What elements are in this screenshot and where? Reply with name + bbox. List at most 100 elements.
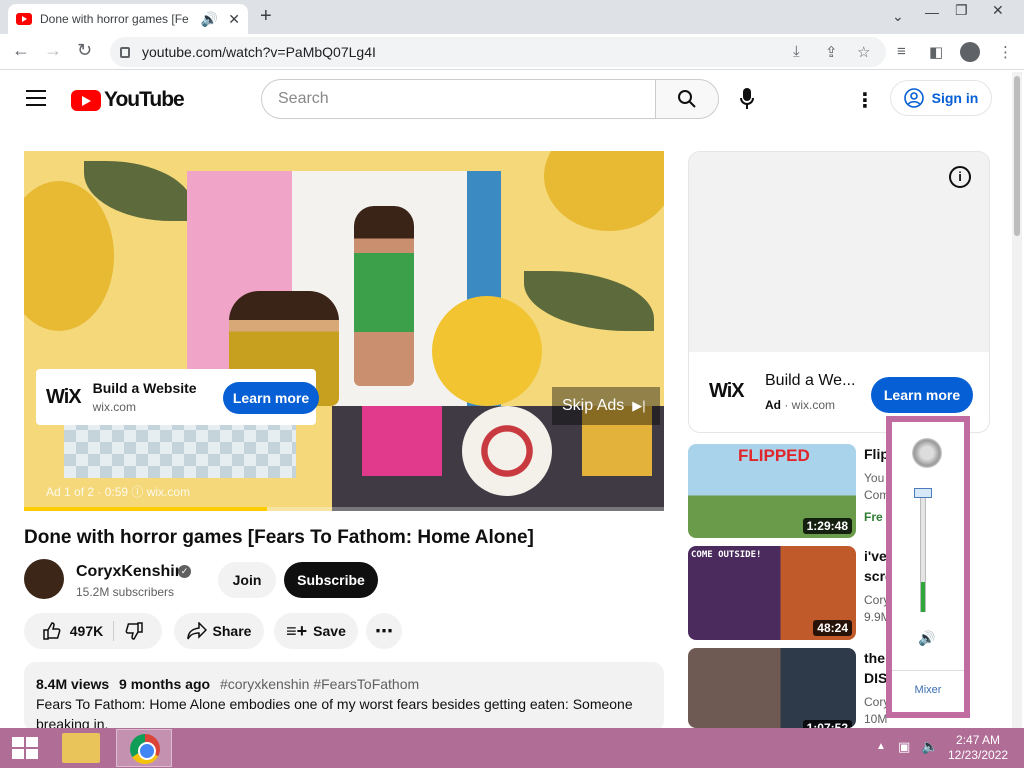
youtube-play-icon [71, 89, 101, 111]
more-actions-button[interactable]: ⋯ [366, 613, 402, 649]
close-window-button[interactable]: ✕ [992, 2, 1004, 19]
install-icon[interactable]: ⤓ [793, 43, 800, 60]
bookmark-star-icon[interactable]: ☆ [857, 43, 870, 61]
restore-button[interactable]: ❐ [955, 2, 968, 19]
address-bar[interactable]: youtube.com/watch?v=PaMbQ07Lg4I [110, 37, 886, 67]
search-button[interactable] [655, 79, 719, 119]
recommendation-title[interactable]: Flip [864, 446, 888, 462]
lemon-decoration [544, 151, 664, 231]
thumbnail-text: COME OUTSIDE! [691, 550, 762, 560]
video-player[interactable]: WiX Build a Website wix.com Learn more S… [24, 151, 664, 511]
reload-icon[interactable]: ↻ [77, 40, 92, 61]
video-title: Done with horror games [Fears To Fathom:… [24, 527, 534, 548]
network-icon[interactable]: ▣ [898, 739, 910, 755]
close-tab-icon[interactable]: ✕ [228, 11, 240, 28]
recommendation-thumbnail[interactable]: FLIPPED 1:29:48 [688, 444, 856, 538]
new-tab-button[interactable]: + [260, 5, 272, 28]
verified-icon: ✓ [178, 565, 191, 578]
subscriber-count: 15.2M subscribers [76, 585, 175, 599]
ad-title: Build a Website [92, 380, 197, 396]
browser-tab[interactable]: Done with horror games [Fe 🔊 ✕ [8, 4, 248, 34]
join-button[interactable]: Join [218, 562, 276, 598]
tab-strip: Done with horror games [Fe 🔊 ✕ + ⌄ — ❐ ✕ [0, 0, 1024, 34]
ad-info-text: Ad 1 of 2 · 0:59 ⓘ wix.com [46, 485, 191, 499]
recommendation-title[interactable]: i've [864, 548, 888, 564]
ad-progress-fill [24, 507, 268, 511]
youtube-logo[interactable]: YouTube [71, 88, 185, 112]
channel-avatar[interactable] [24, 559, 64, 599]
show-hidden-icons[interactable]: ▲ [876, 741, 886, 752]
volume-tray-icon[interactable]: 🔈 [921, 738, 938, 755]
recommendation-thumbnail[interactable]: COME OUTSIDE! 48:24 [688, 546, 856, 640]
wheel-decoration [462, 406, 552, 496]
file-explorer-icon[interactable] [62, 733, 100, 763]
chrome-icon [130, 734, 160, 764]
recommendation-thumbnail[interactable]: 1:07:52 [688, 648, 856, 728]
dislike-button[interactable] [114, 621, 144, 641]
mixer-link[interactable]: Mixer [892, 684, 964, 696]
tab-title: Done with horror games [Fe [40, 12, 189, 26]
taskbar-clock[interactable]: 2:47 AM 12/23/2022 [948, 733, 1008, 763]
recommendation-title-line2[interactable]: DIS [864, 670, 888, 686]
volume-level-meter [921, 582, 925, 612]
share-button[interactable]: Share [174, 613, 264, 649]
save-button[interactable]: ≡+ Save [274, 613, 358, 649]
sign-in-label: Sign in [931, 90, 979, 106]
media-control-icon[interactable]: ≡ [897, 43, 906, 60]
profile-icon[interactable] [960, 42, 980, 62]
hashtags[interactable]: #coryxkenshin #FearsToFathom [220, 676, 419, 692]
minimize-button[interactable]: — [925, 4, 939, 20]
recommendation-channel: Cory [864, 593, 888, 607]
audio-playing-icon[interactable]: 🔊 [201, 11, 218, 28]
logo-text: YouTube [104, 88, 185, 111]
leaf-decoration [524, 271, 654, 331]
learn-more-button[interactable]: Learn more [871, 377, 973, 413]
share-icon[interactable]: ⇪ [825, 43, 838, 61]
save-label: Save [313, 623, 346, 639]
companion-ad[interactable]: i WiX Build a We... Ad · wix.com Learn m… [688, 151, 990, 433]
ad-progress-bar[interactable] [24, 507, 664, 511]
forward-icon[interactable]: → [44, 40, 62, 61]
hamburger-menu-icon[interactable] [26, 90, 46, 111]
volume-slider-thumb[interactable] [914, 488, 932, 498]
recommendation-title[interactable]: the [864, 650, 888, 666]
recommendation-title-line2[interactable]: scre [864, 568, 888, 584]
sign-in-button[interactable]: Sign in [890, 80, 992, 116]
mute-toggle-icon[interactable]: 🔊 [918, 630, 935, 647]
settings-menu-icon[interactable]: ⋮ [855, 88, 875, 113]
youtube-favicon-icon [16, 13, 32, 25]
lemon-decoration [24, 181, 114, 331]
skip-ads-button[interactable]: Skip Ads ▶| [552, 387, 660, 425]
yellow-circle-decoration [432, 296, 542, 406]
side-ad-meta: Ad · wix.com [765, 398, 836, 412]
lock-icon [120, 46, 130, 58]
tab-search-icon[interactable]: ⌄ [892, 8, 904, 25]
video-duration: 1:07:52 [802, 720, 852, 728]
url-text: youtube.com/watch?v=PaMbQ07Lg4I [142, 44, 376, 60]
page-scrollbar[interactable] [1012, 72, 1022, 728]
windows-start-icon[interactable] [12, 737, 38, 759]
recommendation-meta: 9.9M [864, 610, 888, 624]
channel-name[interactable]: CoryxKenshin [76, 563, 184, 581]
skip-next-icon: ▶| [632, 398, 646, 413]
search-input[interactable]: Search [261, 79, 656, 119]
ad-overlay-card[interactable]: WiX Build a Website wix.com Learn more [36, 369, 319, 425]
subscribe-button[interactable]: Subscribe [284, 562, 378, 598]
voice-search-button[interactable] [730, 82, 764, 116]
share-label: Share [212, 623, 252, 639]
view-count: 8.4M views [36, 676, 110, 692]
back-icon[interactable]: ← [12, 40, 30, 61]
info-icon[interactable]: i [949, 166, 971, 188]
description-box[interactable]: 8.4M views 9 months ago #coryxkenshin #F… [24, 662, 664, 732]
microphone-icon [740, 88, 754, 109]
like-dislike-group: 497K [24, 613, 162, 649]
scrollbar-thumb[interactable] [1014, 76, 1020, 236]
learn-more-button[interactable]: Learn more [223, 382, 319, 414]
share-arrow-icon [186, 622, 207, 640]
chrome-menu-icon[interactable]: ⋮ [998, 43, 1013, 61]
thumbs-down-icon [125, 622, 143, 640]
side-panel-icon[interactable]: ◧ [929, 43, 943, 61]
chrome-taskbar-button[interactable] [116, 729, 172, 767]
speaker-device-icon [912, 438, 942, 468]
like-button[interactable]: 497K [42, 621, 115, 641]
